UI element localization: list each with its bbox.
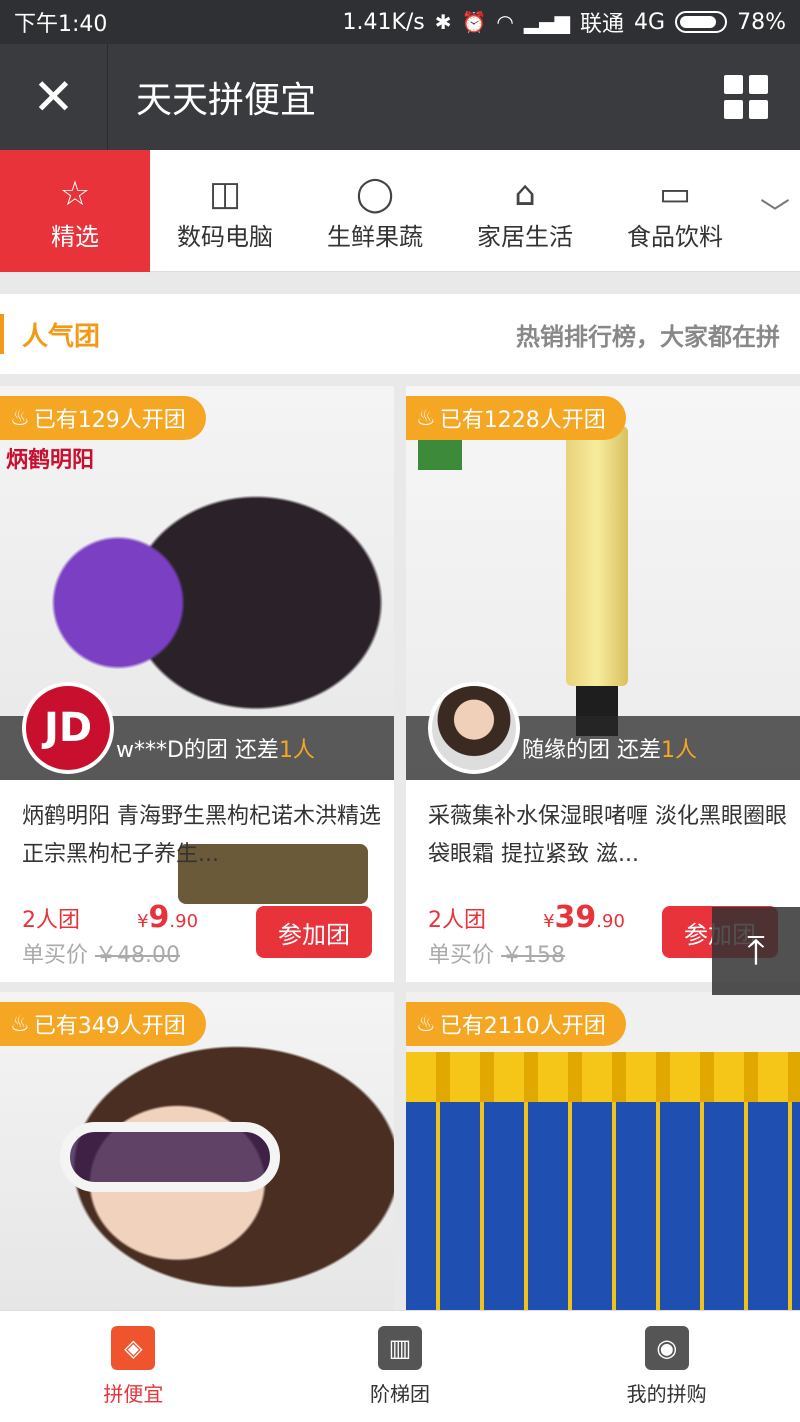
section-title: 人气团 xyxy=(22,321,101,352)
bluetooth-icon: ✱ xyxy=(434,10,452,34)
product-name: 炳鹤明阳 青海野生黑枸杞诺木洪精选正宗黑枸杞子养生... xyxy=(22,804,381,867)
layers-icon: ◈ xyxy=(111,1326,156,1370)
back-to-top-button[interactable]: ⤒ xyxy=(712,907,800,995)
tab-pin-bianyi[interactable]: ◈ 拼便宜 xyxy=(0,1311,267,1422)
apple-icon: ◯ xyxy=(355,173,395,214)
close-icon[interactable]: ✕ xyxy=(0,44,108,150)
bar-chart-icon: ▥ xyxy=(378,1326,422,1370)
network-speed: 1.41K/s xyxy=(342,9,425,35)
tab-tiered-group[interactable]: ▥ 阶梯团 xyxy=(267,1311,534,1422)
chevron-down-icon[interactable]: ﹀ xyxy=(750,150,800,271)
avatar xyxy=(428,682,520,774)
wifi-icon: ◠ xyxy=(496,10,514,34)
tab-home[interactable]: ⌂ 家居生活 xyxy=(450,150,600,272)
tab-my-purchases[interactable]: ◉ 我的拼购 xyxy=(533,1311,800,1422)
tab-food[interactable]: ▭ 食品饮料 xyxy=(600,150,750,272)
product-card[interactable]: ♨ 已有349人开团 xyxy=(0,992,394,1310)
product-name: 采薇集补水保湿眼啫喱 淡化黑眼圈眼袋眼霜 提拉紧致 滋... xyxy=(428,804,787,867)
carrier: 联通 xyxy=(580,12,625,37)
signal-icon: ▂▄▆ xyxy=(523,10,571,34)
group-price: ¥9.90 xyxy=(137,900,199,935)
join-group-button[interactable]: 参加团 xyxy=(256,906,372,958)
group-count-badge: ♨ 已有1228人开团 xyxy=(406,396,626,440)
status-bar: 下午1:40 1.41K/s ✱ ⏰ ◠ ▂▄▆ 联通 4G 78% xyxy=(0,0,800,44)
camera-icon: ◫ xyxy=(208,173,242,214)
network-type: 4G xyxy=(634,9,666,35)
battery-icon xyxy=(675,11,728,33)
sunglasses xyxy=(60,1122,280,1192)
alarm-icon: ⏰ xyxy=(461,10,487,34)
grid-icon[interactable] xyxy=(692,44,800,150)
fire-icon: ♨ xyxy=(416,405,436,431)
group-price: ¥39.90 xyxy=(543,900,625,935)
group-size: 2人团 xyxy=(22,908,80,933)
product-card[interactable]: 炳鹤明阳 ♨ 已有129人开团 w***D的团 还差 1人 JD 炳鹤明阳 青海… xyxy=(0,386,394,982)
fire-icon: ♨ xyxy=(10,405,30,431)
tab-fresh[interactable]: ◯ 生鲜果蔬 xyxy=(300,150,450,272)
fire-icon: ♨ xyxy=(416,1011,436,1037)
bottom-tab-bar: ◈ 拼便宜 ▥ 阶梯团 ◉ 我的拼购 xyxy=(0,1310,800,1422)
page-title: 天天拼便宜 xyxy=(136,80,317,121)
tab-digital[interactable]: ◫ 数码电脑 xyxy=(150,150,300,272)
product-card[interactable]: ♨ 已有2110人开团 xyxy=(406,992,800,1310)
user-icon: ◉ xyxy=(644,1326,689,1370)
nav-bar: ✕ 天天拼便宜 xyxy=(0,44,800,150)
category-tabs: ☆ 精选 ◫ 数码电脑 ◯ 生鲜果蔬 ⌂ 家居生活 ▭ 食品饮料 ﹀ xyxy=(0,150,800,272)
box-icon: ▭ xyxy=(658,173,692,214)
arrow-up-icon: ⤒ xyxy=(747,928,765,974)
fire-icon: ♨ xyxy=(10,1011,30,1037)
avatar: JD xyxy=(22,682,114,774)
star-icon: ☆ xyxy=(59,173,91,214)
group-count-badge: ♨ 已有2110人开团 xyxy=(406,1002,626,1046)
group-count-badge: ♨ 已有349人开团 xyxy=(0,1002,206,1046)
section-subtitle[interactable]: 热销排行榜，大家都在拼 xyxy=(516,317,800,352)
section-header: 人气团 热销排行榜，大家都在拼 xyxy=(0,294,800,374)
sofa-icon: ⌂ xyxy=(514,173,536,214)
group-count-badge: ♨ 已有129人开团 xyxy=(0,396,206,440)
tab-featured[interactable]: ☆ 精选 xyxy=(0,150,150,272)
brand-logo: 炳鹤明阳 xyxy=(6,448,95,473)
battery-level: 78% xyxy=(737,9,786,35)
group-size: 2人团 xyxy=(428,908,486,933)
status-time: 下午1:40 xyxy=(14,12,108,37)
product-card[interactable]: ♨ 已有1228人开团 随缘的团 还差 1人 采薇集补水保湿眼啫喱 淡化黑眼圈眼… xyxy=(406,386,800,982)
